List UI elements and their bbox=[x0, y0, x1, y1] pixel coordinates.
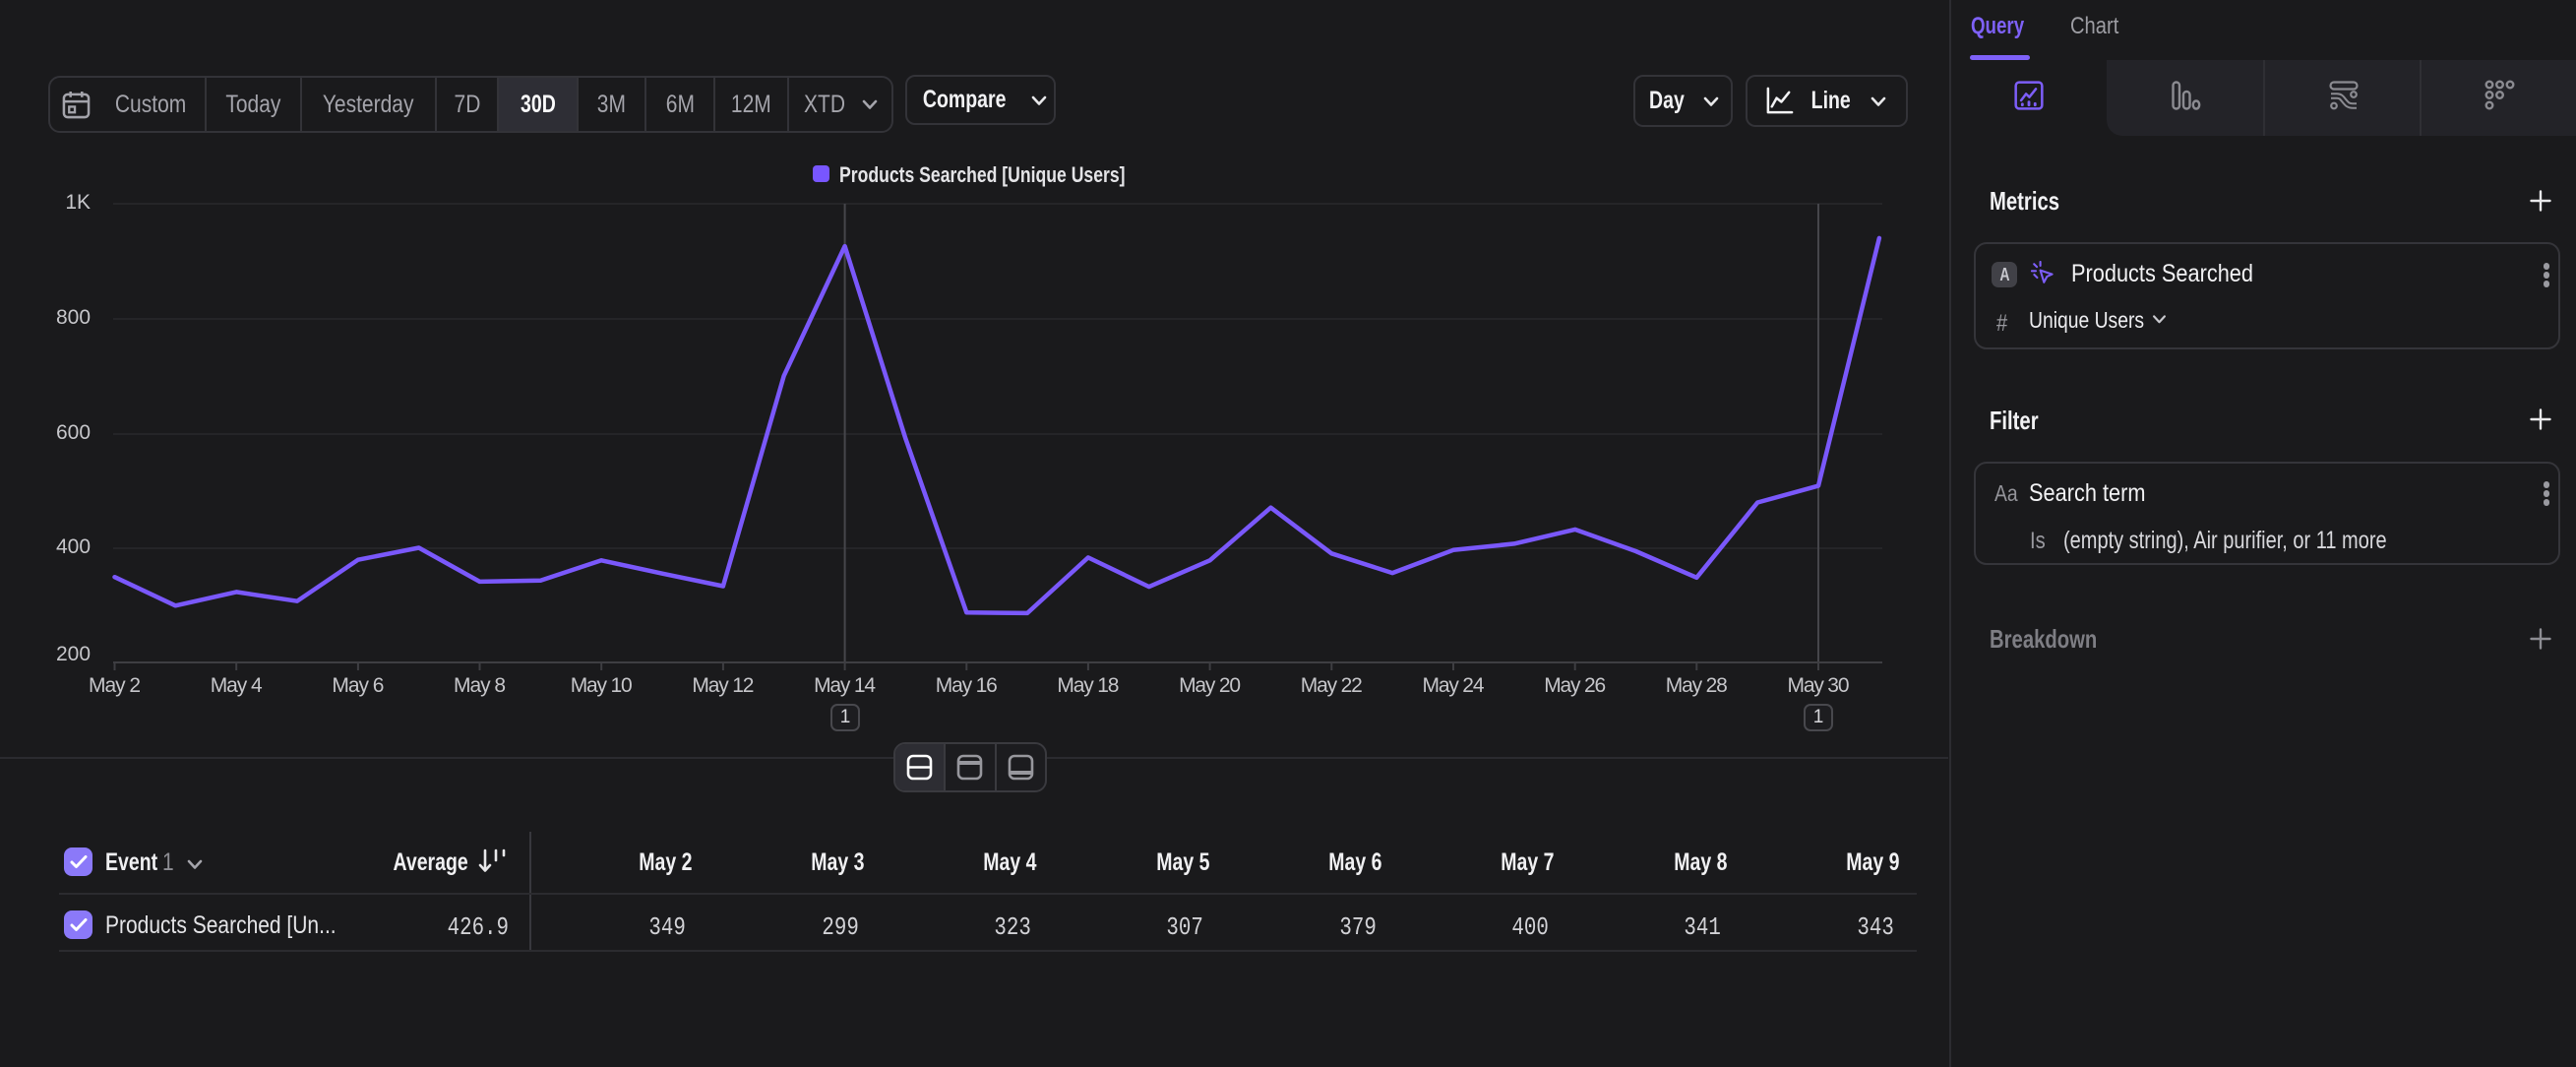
svg-text:May 26: May 26 bbox=[1544, 674, 1606, 697]
svg-text:May 20: May 20 bbox=[1179, 674, 1241, 697]
svg-text:May 16: May 16 bbox=[936, 674, 998, 697]
svg-text:800: 800 bbox=[56, 306, 91, 329]
svg-text:May 6: May 6 bbox=[332, 674, 384, 697]
svg-text:May 22: May 22 bbox=[1301, 674, 1363, 697]
svg-text:May 18: May 18 bbox=[1057, 674, 1119, 697]
svg-text:200: 200 bbox=[56, 643, 91, 665]
svg-text:1K: 1K bbox=[65, 191, 91, 214]
svg-text:May 10: May 10 bbox=[571, 674, 633, 697]
svg-text:600: 600 bbox=[56, 421, 91, 444]
svg-text:May 12: May 12 bbox=[692, 674, 754, 697]
svg-text:May 2: May 2 bbox=[89, 674, 141, 697]
svg-text:May 8: May 8 bbox=[454, 674, 506, 697]
svg-text:May 24: May 24 bbox=[1423, 674, 1485, 697]
svg-text:May 30: May 30 bbox=[1788, 674, 1850, 697]
svg-text:May 28: May 28 bbox=[1666, 674, 1728, 697]
svg-text:May 14: May 14 bbox=[814, 674, 876, 697]
svg-text:400: 400 bbox=[56, 535, 91, 558]
svg-text:May 4: May 4 bbox=[211, 674, 263, 697]
